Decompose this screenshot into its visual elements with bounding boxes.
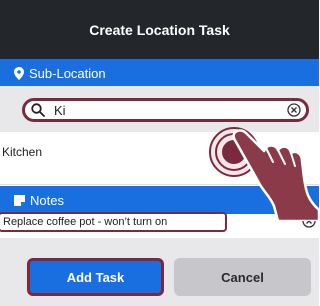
search-result-label: Kitchen [2, 145, 43, 159]
clear-search-icon[interactable] [287, 103, 301, 117]
sub-location-section-header: Sub-Location [0, 59, 319, 87]
add-task-label: Add Task [66, 269, 125, 285]
note-icon [14, 194, 25, 206]
pointing-hand-icon [232, 126, 320, 226]
screen-header: Create Location Task [0, 0, 319, 59]
search-value: Ki [54, 102, 66, 118]
location-pin-icon [14, 66, 24, 80]
cancel-button[interactable]: Cancel [174, 258, 311, 296]
notes-input[interactable]: Replace coffee pot - won’t turn on [0, 212, 227, 232]
notes-value: Replace coffee pot - won’t turn on [3, 216, 168, 228]
sub-location-label: Sub-Location [29, 65, 106, 81]
add-task-button[interactable]: Add Task [27, 258, 164, 296]
screen-title: Create Location Task [89, 21, 230, 38]
cancel-label: Cancel [221, 269, 264, 285]
search-icon [31, 103, 45, 117]
notes-label: Notes [30, 192, 64, 208]
action-footer: Add Task Cancel [0, 238, 319, 306]
sub-location-search-input[interactable]: Ki [22, 98, 309, 122]
